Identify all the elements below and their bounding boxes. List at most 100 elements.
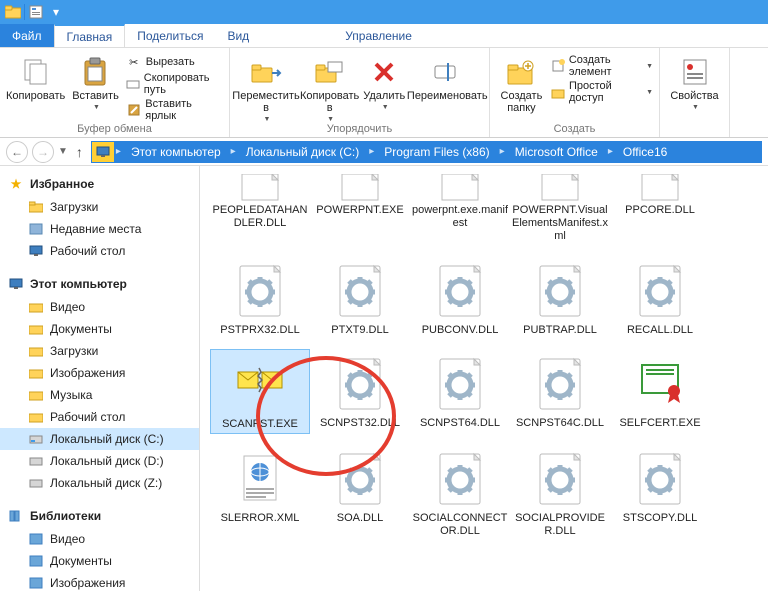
- star-icon: ★: [8, 176, 24, 192]
- file-list[interactable]: PEOPLEDATAHANDLER.DLLPOWERPNT.EXEpowerpn…: [200, 166, 768, 591]
- navitem-downloads[interactable]: Загрузки: [0, 196, 199, 218]
- navitem-video[interactable]: Видео: [0, 296, 199, 318]
- navigation-pane[interactable]: ★Избранное Загрузки Недавние места Рабоч…: [0, 166, 200, 591]
- breadcrumb[interactable]: ▸ Этот компьютер ▸ Локальный диск (C:) ▸…: [91, 141, 762, 163]
- file-item[interactable]: PTXT9.DLL: [310, 256, 410, 339]
- desktop-icon: [28, 243, 44, 259]
- folder-icon: [28, 387, 44, 403]
- new-folder-button[interactable]: Создать папку: [496, 52, 547, 114]
- file-item[interactable]: POWERPNT.VisualElementsManifest.xml: [510, 174, 610, 246]
- file-item[interactable]: SOCIALPROVIDER.DLL: [510, 444, 610, 540]
- file-item[interactable]: PUBCONV.DLL: [410, 256, 510, 339]
- tab-file[interactable]: Файл: [0, 24, 54, 47]
- chevron-right-icon[interactable]: ▸: [114, 142, 123, 162]
- file-item[interactable]: SOA.DLL: [310, 444, 410, 540]
- delete-button[interactable]: Удалить▼: [363, 52, 405, 111]
- file-item[interactable]: RECALL.DLL: [610, 256, 710, 339]
- navgroup-libraries[interactable]: Библиотеки: [0, 504, 199, 528]
- quick-access-toolbar: ▾ Средства работы с приложениями: [0, 0, 768, 24]
- navitem-drive-d[interactable]: Локальный диск (D:): [0, 450, 199, 472]
- file-label: SCANPST.EXE: [222, 418, 298, 431]
- cut-button[interactable]: ✂Вырезать: [126, 54, 223, 70]
- move-to-button[interactable]: Переместить в▼: [236, 52, 296, 123]
- forward-button[interactable]: →: [32, 141, 54, 163]
- gear-icon: [328, 446, 392, 510]
- breadcrumb-root-icon[interactable]: [92, 142, 114, 162]
- properties-button[interactable]: Свойства▼: [666, 52, 723, 111]
- chevron-right-icon[interactable]: ▸: [229, 142, 238, 162]
- file-item[interactable]: SELFCERT.EXE: [610, 349, 710, 434]
- copy-to-button[interactable]: Копировать в▼: [300, 52, 359, 123]
- navitem-drive-z[interactable]: Локальный диск (Z:): [0, 472, 199, 494]
- navitem-recent[interactable]: Недавние места: [0, 218, 199, 240]
- up-button[interactable]: ↑: [72, 144, 87, 160]
- chevron-right-icon[interactable]: ▸: [606, 142, 615, 162]
- crumb-thispc[interactable]: Этот компьютер: [123, 142, 229, 162]
- file-item[interactable]: SCNPST64.DLL: [410, 349, 510, 434]
- file-item[interactable]: SCNPST32.DLL: [310, 349, 410, 434]
- tab-home[interactable]: Главная: [54, 24, 126, 47]
- chevron-right-icon[interactable]: ▸: [367, 142, 376, 162]
- file-item[interactable]: PEOPLEDATAHANDLER.DLL: [210, 174, 310, 246]
- copy-button[interactable]: Копировать: [6, 52, 65, 102]
- group-label-clipboard: Буфер обмена: [0, 123, 229, 135]
- crumb-program-files[interactable]: Program Files (x86): [376, 142, 497, 162]
- page-icon: [228, 176, 292, 202]
- navitem-documents[interactable]: Документы: [0, 318, 199, 340]
- gear-icon: [428, 258, 492, 322]
- navgroup-favorites[interactable]: ★Избранное: [0, 172, 199, 196]
- tab-manage[interactable]: Управление: [333, 24, 424, 47]
- history-dropdown[interactable]: ▼: [58, 146, 68, 157]
- drive-icon: [28, 431, 44, 447]
- delete-icon: [368, 56, 400, 88]
- file-item[interactable]: PUBTRAP.DLL: [510, 256, 610, 339]
- file-item[interactable]: POWERPNT.EXE: [310, 174, 410, 246]
- navitem-desktop[interactable]: Рабочий стол: [0, 240, 199, 262]
- file-item[interactable]: powerpnt.exe.manifest: [410, 174, 510, 246]
- navitem-music[interactable]: Музыка: [0, 384, 199, 406]
- navitem-lib-video[interactable]: Видео: [0, 528, 199, 550]
- file-item[interactable]: SCANPST.EXE: [210, 349, 310, 434]
- navitem-lib-docs[interactable]: Документы: [0, 550, 199, 572]
- navgroup-thispc[interactable]: Этот компьютер: [0, 272, 199, 296]
- file-item[interactable]: SOCIALCONNECTOR.DLL: [410, 444, 510, 540]
- gear-icon: [428, 351, 492, 415]
- navitem-lib-images[interactable]: Изображения: [0, 572, 199, 591]
- copy-path-button[interactable]: Скопировать путь: [126, 72, 223, 96]
- back-button[interactable]: ←: [6, 141, 28, 163]
- libraries-icon: [8, 508, 24, 524]
- chevron-down-icon[interactable]: ▾: [47, 3, 65, 21]
- crumb-office16[interactable]: Office16: [615, 142, 675, 162]
- paste-shortcut-button[interactable]: Вставить ярлык: [126, 98, 223, 122]
- file-label: SCNPST32.DLL: [320, 417, 400, 430]
- file-label: POWERPNT.VisualElementsManifest.xml: [512, 204, 608, 244]
- folder-icon: [4, 3, 22, 21]
- ribbon-group-new: Создать папку Создать элемент▼ Простой д…: [490, 48, 660, 137]
- gear-icon: [428, 446, 492, 510]
- ribbon-group-open: Свойства▼: [660, 48, 730, 137]
- file-item[interactable]: SCNPST64C.DLL: [510, 349, 610, 434]
- easy-access-button[interactable]: Простой доступ▼: [551, 80, 653, 104]
- rename-button[interactable]: Переименовать: [409, 52, 485, 102]
- paste-icon: [80, 56, 112, 88]
- tab-view[interactable]: Вид: [215, 24, 261, 47]
- qat-properties-icon[interactable]: [27, 3, 45, 21]
- folder-icon: [28, 365, 44, 381]
- navitem-downloads2[interactable]: Загрузки: [0, 340, 199, 362]
- navitem-drive-c[interactable]: Локальный диск (C:): [0, 428, 199, 450]
- folder-icon: [28, 199, 44, 215]
- file-item[interactable]: PSTPRX32.DLL: [210, 256, 310, 339]
- tab-share[interactable]: Поделиться: [125, 24, 215, 47]
- group-label-new: Создать: [490, 123, 659, 135]
- navitem-desktop2[interactable]: Рабочий стол: [0, 406, 199, 428]
- file-item[interactable]: STSCOPY.DLL: [610, 444, 710, 540]
- crumb-drive-c[interactable]: Локальный диск (C:): [238, 142, 368, 162]
- paste-button[interactable]: Вставить▼: [69, 52, 122, 111]
- file-label: RECALL.DLL: [627, 324, 693, 337]
- chevron-right-icon[interactable]: ▸: [498, 142, 507, 162]
- file-item[interactable]: SLERROR.XML: [210, 444, 310, 540]
- new-item-button[interactable]: Создать элемент▼: [551, 54, 653, 78]
- navitem-pictures[interactable]: Изображения: [0, 362, 199, 384]
- crumb-ms-office[interactable]: Microsoft Office: [507, 142, 606, 162]
- file-item[interactable]: PPCORE.DLL: [610, 174, 710, 246]
